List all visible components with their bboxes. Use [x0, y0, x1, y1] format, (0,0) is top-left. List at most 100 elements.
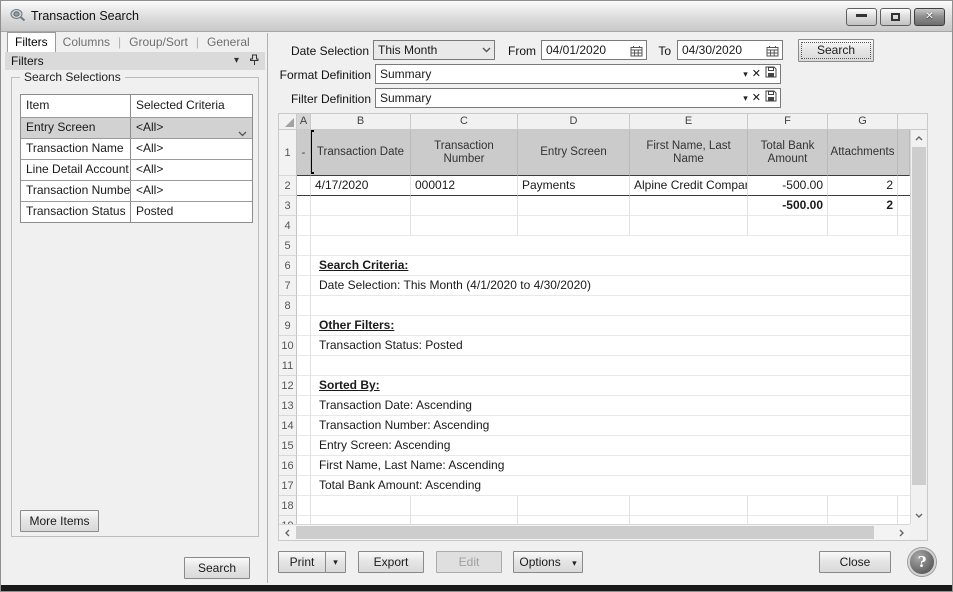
criteria-value[interactable]: <All> — [131, 160, 252, 180]
to-date-input[interactable]: 04/30/2020 — [677, 40, 783, 60]
grid-cell[interactable] — [311, 196, 411, 216]
vertical-scrollbar[interactable] — [910, 130, 927, 524]
grid-cell[interactable] — [828, 216, 898, 236]
minimize-button[interactable] — [846, 8, 877, 26]
filter-definition-dropdown[interactable]: Summary ▾ ✕ — [375, 88, 781, 108]
grid-merged-cell[interactable]: Entry Screen: Ascending — [311, 436, 910, 456]
grid-cell[interactable] — [828, 496, 898, 516]
options-button[interactable]: Options ▾ — [513, 551, 583, 573]
grid-merged-cell[interactable]: Total Bank Amount: Ascending — [311, 476, 910, 496]
calendar-icon[interactable] — [766, 44, 779, 60]
horizontal-scrollbar[interactable] — [279, 524, 910, 540]
criteria-value[interactable]: <All> — [131, 181, 252, 201]
grid-cell[interactable]: - — [297, 130, 311, 176]
tab-columns[interactable]: Columns — [56, 33, 117, 52]
clear-icon[interactable]: ✕ — [752, 68, 761, 80]
print-dropdown-arrow[interactable]: ▾ — [325, 552, 345, 572]
grid-cell[interactable] — [518, 516, 630, 524]
row-header[interactable]: 10 — [279, 336, 297, 356]
grid-cell[interactable] — [297, 396, 311, 416]
grid-merged-cell[interactable] — [311, 356, 910, 376]
dropdown-arrow-icon[interactable]: ▾ — [743, 69, 748, 79]
export-button[interactable]: Export — [358, 551, 424, 573]
grid-column-header[interactable]: Transaction Date — [311, 130, 411, 176]
grid-cell[interactable] — [630, 196, 748, 216]
grid-cell[interactable] — [297, 496, 311, 516]
close-window-button[interactable]: ✕ — [914, 8, 945, 26]
from-date-input[interactable]: 04/01/2020 — [541, 40, 647, 60]
row-header[interactable]: 19 — [279, 516, 297, 524]
left-search-button[interactable]: Search — [184, 557, 250, 579]
grid-cell[interactable] — [297, 256, 311, 276]
criteria-row[interactable]: Transaction Number<All> — [21, 180, 252, 201]
criteria-value[interactable]: Posted — [131, 202, 252, 222]
criteria-row[interactable]: Line Detail Account<All> — [21, 159, 252, 180]
grid-cell[interactable]: Payments — [518, 176, 630, 196]
clear-icon[interactable]: ✕ — [752, 92, 761, 104]
chevron-down-icon[interactable] — [238, 124, 247, 138]
grid-cell[interactable] — [828, 516, 898, 524]
scroll-down-arrow[interactable] — [911, 507, 927, 524]
grid-cell[interactable] — [297, 456, 311, 476]
grid-cell[interactable] — [297, 376, 311, 396]
criteria-value[interactable]: <All> — [131, 118, 252, 138]
row-header[interactable]: 6 — [279, 256, 297, 276]
grid-cell[interactable] — [411, 516, 518, 524]
grid-merged-cell[interactable] — [311, 236, 910, 256]
scroll-left-arrow[interactable] — [279, 525, 296, 540]
save-icon[interactable] — [765, 65, 777, 83]
dropdown-arrow-icon[interactable]: ▾ — [743, 93, 748, 103]
grid-cell[interactable] — [297, 196, 311, 216]
close-button[interactable]: Close — [819, 551, 891, 573]
grid-cell[interactable] — [297, 356, 311, 376]
grid-column-header[interactable]: Transaction Number — [411, 130, 518, 176]
grid-cell[interactable] — [411, 496, 518, 516]
calendar-icon[interactable] — [630, 44, 643, 60]
print-button[interactable]: Print — [279, 552, 325, 572]
date-selection-dropdown[interactable]: This Month — [373, 40, 495, 60]
tab-filters[interactable]: Filters — [7, 32, 56, 52]
grid-cell[interactable] — [630, 216, 748, 236]
grid-merged-cell[interactable]: Date Selection: This Month (4/1/2020 to … — [311, 276, 910, 296]
row-header[interactable]: 11 — [279, 356, 297, 376]
grid-cell[interactable]: Alpine Credit Company — [630, 176, 748, 196]
criteria-row[interactable]: Transaction StatusPosted — [21, 201, 252, 222]
help-button[interactable]: ? — [908, 548, 936, 576]
row-header[interactable]: 13 — [279, 396, 297, 416]
maximize-button[interactable] — [880, 8, 911, 26]
grid-cell[interactable]: 000012 — [411, 176, 518, 196]
criteria-row[interactable]: Transaction Name<All> — [21, 138, 252, 159]
grid-column-header[interactable]: First Name, Last Name — [630, 130, 748, 176]
grid-cell[interactable] — [411, 196, 518, 216]
grid-merged-cell[interactable]: Transaction Number: Ascending — [311, 416, 910, 436]
search-button[interactable]: Search — [798, 39, 874, 62]
grid-cell[interactable] — [297, 416, 311, 436]
grid-cell[interactable] — [297, 436, 311, 456]
grid-cell[interactable] — [297, 476, 311, 496]
row-header[interactable]: 17 — [279, 476, 297, 496]
save-icon[interactable] — [765, 89, 777, 107]
column-letter-C[interactable]: C — [411, 114, 518, 130]
grid-cell[interactable] — [411, 216, 518, 236]
grid-cell[interactable] — [297, 176, 311, 196]
grid-cell[interactable] — [297, 516, 311, 524]
grid-column-header[interactable]: Total Bank Amount — [748, 130, 828, 176]
grid-cell[interactable] — [518, 496, 630, 516]
vertical-scroll-thumb[interactable] — [912, 147, 926, 485]
row-header[interactable]: 16 — [279, 456, 297, 476]
collapse-chevron-icon[interactable]: ▾ — [234, 56, 239, 66]
grid-cell[interactable]: 2 — [828, 196, 898, 216]
grid-cell[interactable]: -500.00 — [748, 176, 828, 196]
row-header[interactable]: 18 — [279, 496, 297, 516]
grid-cell[interactable] — [630, 496, 748, 516]
row-header[interactable]: 5 — [279, 236, 297, 256]
grid-merged-cell[interactable]: Sorted By: — [311, 376, 910, 396]
tab-group-sort[interactable]: Group/Sort — [122, 33, 195, 52]
scroll-right-arrow[interactable] — [893, 525, 910, 540]
grid-cell[interactable]: 4/17/2020 — [311, 176, 411, 196]
tab-general[interactable]: General — [200, 33, 257, 52]
grid-merged-cell[interactable]: Search Criteria: — [311, 256, 910, 276]
row-header[interactable]: 4 — [279, 216, 297, 236]
criteria-value[interactable]: <All> — [131, 139, 252, 159]
row-header[interactable]: 8 — [279, 296, 297, 316]
